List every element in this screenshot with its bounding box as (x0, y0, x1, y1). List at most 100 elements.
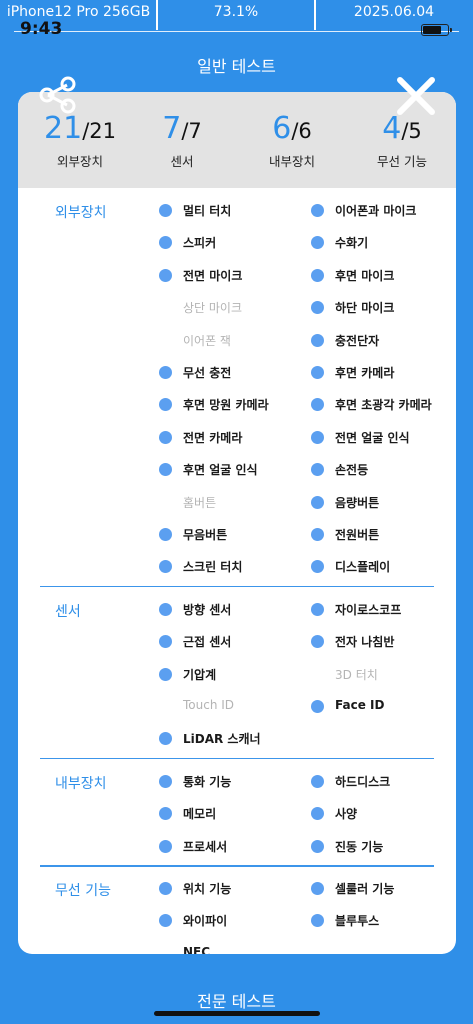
device-model: iPhone12 Pro 256GB (6, 4, 151, 20)
status-bar: iPhone12 Pro 256GB 73.1% 2025.06.04 9:43 (0, 0, 473, 39)
info-underline (14, 31, 459, 32)
test-item-label: 전면 마이크 (183, 268, 243, 283)
summary-label: 센서 (170, 154, 194, 169)
pass-dot-icon (311, 602, 324, 616)
test-item-label: 와이파이 (183, 914, 228, 929)
test-item-label: 프로세서 (183, 839, 228, 854)
summary-header: 21/21 외부장치 7/7 센서 6/6 내부장치 4/5 무선 기능 (18, 92, 456, 188)
pass-dot-icon (159, 398, 172, 412)
results-card: 21/21 외부장치 7/7 센서 6/6 내부장치 4/5 무선 기능 외부장… (18, 92, 456, 954)
status-clock: 9:43 (20, 19, 63, 39)
test-item-label: 전원버튼 (335, 528, 380, 542)
pass-dot-icon (311, 463, 324, 477)
section-divider (40, 585, 434, 588)
home-indicator (154, 1011, 320, 1016)
test-date: 2025.06.04 (353, 4, 435, 20)
test-item-label: 하드디스크 (335, 774, 391, 789)
pass-dot-icon (159, 236, 172, 250)
pass-dot-icon (159, 882, 172, 895)
pass-dot-icon (159, 268, 172, 282)
section-title-wireless: 무선 기능 (55, 883, 111, 899)
test-item-label: 블루투스 (335, 914, 380, 929)
test-item-label: 멀티 터치 (183, 204, 232, 218)
section-title-external: 외부장치 (55, 205, 107, 221)
summary-external: 21/21 외부장치 (25, 111, 135, 170)
info-separator (314, 0, 316, 30)
pass-dot-icon (159, 560, 172, 574)
test-item-label: 무음버튼 (183, 528, 228, 542)
test-item-label: 이어폰과 마이크 (335, 204, 417, 218)
test-item-label: 음량버튼 (335, 495, 380, 510)
device-info-row: iPhone12 Pro 256GB 73.1% 2025.06.04 (0, 4, 473, 20)
pass-dot-icon (311, 528, 324, 541)
summary-internal: 6/6 내부장치 (237, 111, 347, 170)
pass-dot-icon (311, 807, 324, 821)
test-item-label: 통화 기능 (183, 774, 232, 789)
test-item-label: 자이로스코프 (335, 602, 402, 617)
pass-dot-icon (159, 774, 172, 788)
test-item-label: 손전등 (335, 463, 369, 478)
test-item-label: 홈버튼 (183, 495, 217, 510)
test-item-label: 기압계 (183, 667, 217, 682)
test-item-label: 상단 마이크 (183, 301, 243, 316)
pass-dot-icon (311, 560, 324, 574)
pass-dot-icon (159, 914, 172, 928)
test-item-label: 디스플레이 (335, 560, 391, 575)
pass-dot-icon (311, 495, 324, 509)
test-item-label: 3D 터치 (335, 667, 378, 682)
pass-dot-icon (159, 366, 172, 379)
summary-label: 내부장치 (268, 154, 315, 169)
pass-dot-icon (159, 430, 172, 444)
pass-dot-icon (159, 839, 172, 853)
test-item-label: 사양 (335, 807, 358, 822)
test-item-label: 스피커 (183, 236, 217, 251)
pass-dot-icon (311, 700, 324, 713)
test-item-label: 후면 마이크 (335, 268, 395, 283)
tab-general-test[interactable]: 일반 테스트 (0, 53, 473, 77)
pass-dot-icon (159, 732, 172, 746)
tab-expert-test[interactable]: 전문 테스트 (0, 988, 473, 1012)
pass-dot-icon (159, 667, 172, 681)
summary-wireless: 4/5 무선 기능 (347, 111, 456, 170)
pass-dot-icon (311, 204, 324, 217)
pass-dot-icon (159, 807, 172, 821)
test-item-label: 스크린 터치 (183, 560, 243, 575)
share-icon[interactable] (38, 76, 78, 114)
test-item-label: 전자 나침반 (335, 635, 395, 650)
pass-dot-icon (159, 463, 172, 477)
summary-label: 외부장치 (56, 154, 103, 169)
test-item-label: Touch ID (183, 698, 235, 712)
summary-done-count: 4 (382, 111, 402, 146)
test-item-label: LiDAR 스캐너 (183, 732, 261, 747)
test-item-label: 무선 충전 (183, 366, 232, 380)
test-item-label: 하단 마이크 (335, 301, 395, 316)
test-item-label: 전면 얼굴 인식 (335, 430, 410, 445)
pass-dot-icon (311, 430, 324, 444)
battery-icon (421, 24, 452, 36)
pass-dot-icon (311, 635, 324, 649)
test-item-label: 위치 기능 (183, 882, 232, 896)
test-item-label: 수화기 (335, 236, 369, 251)
pass-dot-icon (311, 398, 324, 412)
test-item-label: 메모리 (183, 807, 217, 822)
pass-dot-icon (311, 774, 324, 788)
section-divider (40, 865, 434, 867)
test-item-label: 충전단자 (335, 333, 380, 348)
pass-dot-icon (159, 528, 172, 541)
test-item-label: 셀룰러 기능 (335, 882, 395, 896)
summary-total-count: /7 (181, 119, 202, 143)
battery-percent: 73.1% (213, 4, 259, 20)
test-item-label: 후면 얼굴 인식 (183, 463, 258, 478)
test-item-label: 진동 기능 (335, 839, 384, 854)
section-title-internal: 내부장치 (55, 775, 107, 792)
test-item-label: 이어폰 잭 (183, 333, 231, 348)
summary-done-count: 6 (272, 111, 292, 146)
pass-dot-icon (311, 366, 324, 379)
summary-total-count: /21 (82, 119, 116, 143)
summary-done-count: 7 (162, 111, 182, 146)
test-item-label: Face ID (335, 698, 385, 712)
pass-dot-icon (159, 602, 172, 616)
close-icon[interactable] (396, 76, 436, 116)
pass-dot-icon (311, 301, 324, 315)
pass-dot-icon (311, 914, 324, 928)
